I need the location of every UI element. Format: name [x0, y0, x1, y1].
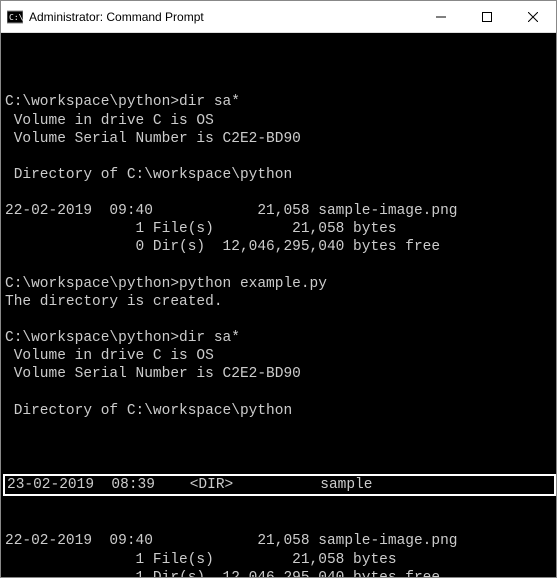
terminal-line: 1 File(s) 21,058 bytes — [5, 220, 556, 238]
terminal-line: 22-02-2019 09:40 21,058 sample-image.png — [5, 532, 556, 550]
terminal-line — [5, 75, 556, 93]
terminal-line: C:\workspace\python>python example.py — [5, 275, 556, 293]
maximize-button[interactable] — [464, 1, 510, 32]
terminal-line — [5, 420, 556, 438]
terminal-line: C:\workspace\python>dir sa* — [5, 93, 556, 111]
terminal-line: 1 Dir(s) 12,046,295,040 bytes free — [5, 569, 556, 577]
terminal-line — [5, 383, 556, 401]
terminal-line — [5, 257, 556, 275]
highlighted-dir-entry: 23-02-2019 08:39 <DIR> sample — [3, 474, 556, 496]
terminal-line: C:\workspace\python>dir sa* — [5, 329, 556, 347]
command-prompt-window: C:\ Administrator: Command Prompt C:\wor… — [0, 0, 557, 578]
terminal-line: 1 File(s) 21,058 bytes — [5, 551, 556, 569]
svg-text:C:\: C:\ — [9, 13, 23, 22]
terminal-line: Volume in drive C is OS — [5, 112, 556, 130]
window-controls — [418, 1, 556, 32]
cmd-icon: C:\ — [7, 9, 23, 25]
terminal-line: 22-02-2019 09:40 21,058 sample-image.png — [5, 202, 556, 220]
terminal-line — [5, 311, 556, 329]
terminal-line: The directory is created. — [5, 293, 556, 311]
terminal-line: Directory of C:\workspace\python — [5, 166, 556, 184]
terminal-line: 0 Dir(s) 12,046,295,040 bytes free — [5, 238, 556, 256]
terminal-line: Directory of C:\workspace\python — [5, 402, 556, 420]
terminal-line: Volume in drive C is OS — [5, 347, 556, 365]
terminal-line — [5, 184, 556, 202]
terminal-output[interactable]: C:\workspace\python>dir sa* Volume in dr… — [1, 33, 556, 577]
terminal-line — [5, 148, 556, 166]
close-button[interactable] — [510, 1, 556, 32]
terminal-line: Volume Serial Number is C2E2-BD90 — [5, 365, 556, 383]
minimize-button[interactable] — [418, 1, 464, 32]
window-title: Administrator: Command Prompt — [29, 10, 418, 24]
terminal-line: Volume Serial Number is C2E2-BD90 — [5, 130, 556, 148]
titlebar: C:\ Administrator: Command Prompt — [1, 1, 556, 33]
